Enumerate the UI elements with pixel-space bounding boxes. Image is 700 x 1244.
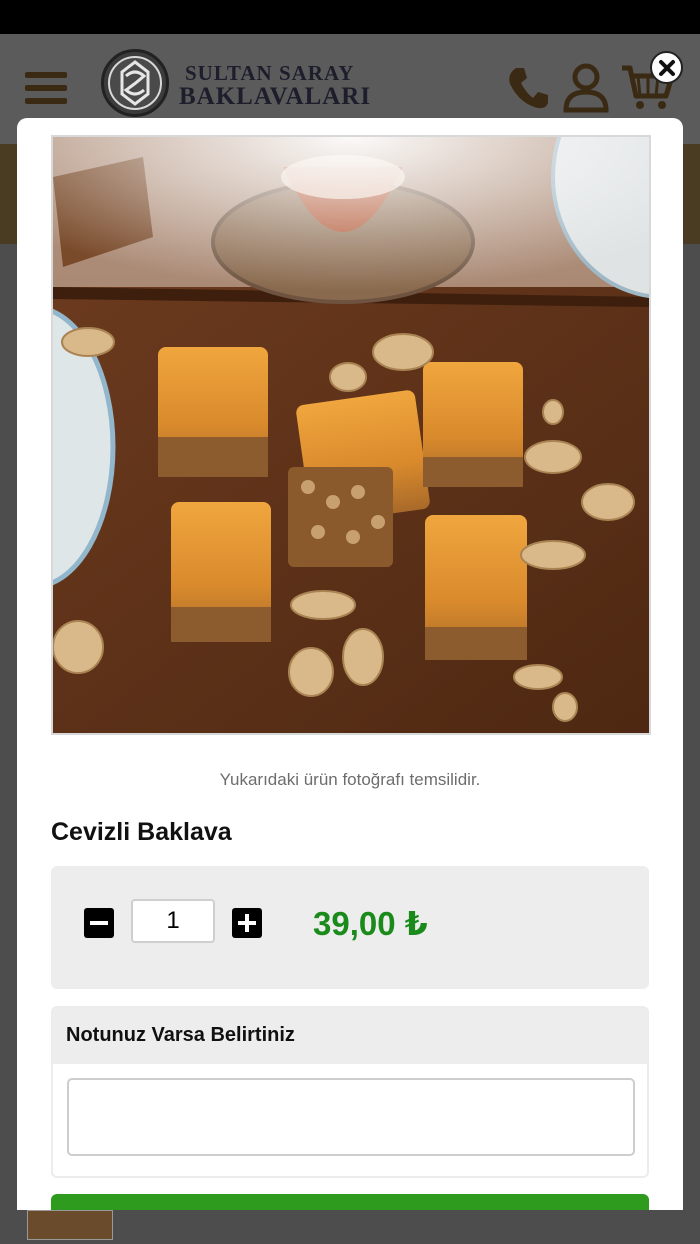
add-to-cart-button[interactable]: [51, 1194, 649, 1210]
phone-icon[interactable]: [502, 62, 552, 117]
note-panel: Notunuz Varsa Belirtiniz: [51, 1006, 649, 1178]
user-icon[interactable]: [562, 62, 610, 119]
site-logo[interactable]: SULTAN SARAY BAKLAVALARI: [101, 49, 401, 121]
note-panel-header: Notunuz Varsa Belirtiniz: [53, 1008, 647, 1064]
increase-quantity-button[interactable]: [232, 908, 262, 938]
background-product-thumbnail: [27, 1210, 113, 1240]
quantity-panel: 1 39,00 ₺: [51, 866, 649, 989]
product-price: 39,00 ₺: [313, 905, 428, 942]
logo-text-bottom: BAKLAVALARI: [179, 83, 372, 110]
photo-disclaimer: Yukarıdaki ürün fotoğrafı temsilidir.: [219, 770, 481, 789]
note-textarea[interactable]: [67, 1078, 635, 1156]
note-title: Notunuz Varsa Belirtiniz: [66, 1024, 295, 1046]
logo-emblem-icon: [101, 49, 169, 117]
quantity-input[interactable]: 1: [131, 899, 215, 943]
status-bar: [0, 0, 700, 34]
decrease-quantity-button[interactable]: [84, 908, 114, 938]
menu-icon[interactable]: [25, 72, 67, 108]
product-photo: [51, 135, 651, 735]
close-icon[interactable]: [650, 51, 683, 84]
product-modal: Yukarıdaki ürün fotoğrafı temsilidir. Ce…: [17, 118, 683, 1210]
product-title: Cevizli Baklava: [51, 818, 232, 846]
